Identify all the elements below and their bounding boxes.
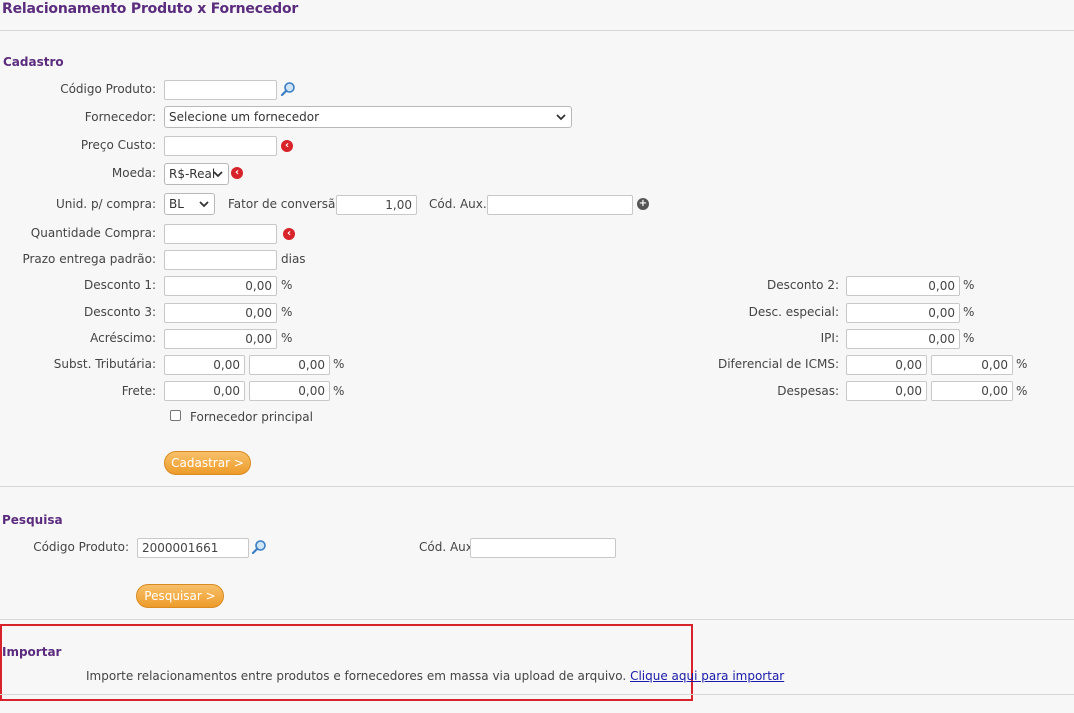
- pesquisa-section-title: Pesquisa: [2, 513, 63, 527]
- fator-conversao-input[interactable]: [336, 195, 417, 215]
- percent-sign: %: [281, 331, 293, 345]
- subst-tributaria-input-2[interactable]: [249, 355, 330, 375]
- cadastrar-button[interactable]: Cadastrar >: [164, 451, 251, 475]
- diferencial-icms-input-2[interactable]: [931, 355, 1013, 375]
- ipi-label: IPI:: [820, 331, 839, 345]
- cod-aux-input[interactable]: [487, 195, 633, 215]
- chevron-down-icon: [213, 171, 223, 178]
- unid-compra-label: Unid. p/ compra:: [55, 197, 156, 211]
- arrow-left-icon: ‹: [231, 167, 243, 179]
- importar-link[interactable]: Clique aqui para importar: [630, 669, 784, 683]
- frete-label: Frete:: [121, 384, 156, 398]
- chevron-down-icon: [199, 201, 209, 208]
- moeda-label: Moeda:: [111, 166, 156, 180]
- search-icon[interactable]: [280, 81, 296, 97]
- fornecedor-select[interactable]: Selecione um fornecedor: [164, 106, 572, 128]
- chevron-down-icon: [556, 114, 566, 121]
- fornecedor-selected: Selecione um fornecedor: [169, 110, 320, 124]
- desconto1-input[interactable]: [164, 276, 277, 296]
- desconto2-label: Desconto 2:: [767, 278, 839, 292]
- prazo-entrega-input[interactable]: [164, 250, 277, 270]
- pesquisa-cod-aux-input[interactable]: [470, 538, 616, 558]
- importar-highlight-box: [0, 624, 693, 701]
- fornecedor-principal-checkbox[interactable]: [170, 410, 181, 421]
- percent-sign: %: [963, 278, 975, 292]
- cod-aux-label: Cód. Aux.:: [429, 197, 491, 211]
- moeda-selected: R$-Real: [169, 167, 216, 181]
- add-icon[interactable]: +: [637, 198, 649, 210]
- percent-sign: %: [281, 278, 293, 292]
- percent-sign: %: [333, 384, 345, 398]
- desconto3-input[interactable]: [164, 303, 277, 323]
- header-divider: [0, 30, 1074, 31]
- desc-especial-label: Desc. especial:: [748, 305, 839, 319]
- unid-compra-select[interactable]: BL: [164, 193, 215, 215]
- desconto1-label: Desconto 1:: [84, 278, 156, 292]
- fator-conversao-label: Fator de conversão:: [228, 197, 347, 211]
- page-title: Relacionamento Produto x Fornecedor: [2, 1, 299, 17]
- search-icon[interactable]: [251, 539, 267, 555]
- quantidade-compra-input[interactable]: [164, 224, 277, 244]
- unid-compra-selected: BL: [169, 197, 184, 211]
- frete-input-2[interactable]: [249, 381, 330, 401]
- arrow-left-icon: ‹: [283, 228, 295, 240]
- desconto2-input[interactable]: [846, 276, 960, 296]
- fornecedor-label: Fornecedor:: [84, 110, 156, 124]
- pesquisa-codigo-produto-input[interactable]: [137, 538, 249, 558]
- diferencial-icms-label: Diferencial de ICMS:: [717, 357, 839, 371]
- percent-sign: %: [963, 305, 975, 319]
- cadastro-divider: [0, 486, 1074, 487]
- desc-especial-input[interactable]: [846, 303, 960, 323]
- despesas-input-1[interactable]: [846, 381, 927, 401]
- acrescimo-input[interactable]: [164, 329, 277, 349]
- importar-divider: [0, 694, 1074, 695]
- percent-sign: %: [1016, 357, 1028, 371]
- diferencial-icms-input-1[interactable]: [846, 355, 927, 375]
- acrescimo-label: Acréscimo:: [90, 331, 156, 345]
- fornecedor-principal-label: Fornecedor principal: [190, 410, 313, 424]
- cadastro-section-title: Cadastro: [3, 55, 64, 69]
- importar-description: Importe relacionamentos entre produtos e…: [86, 669, 627, 683]
- percent-sign: %: [333, 357, 345, 371]
- importar-section-title: Importar: [2, 645, 62, 659]
- subst-tributaria-input-1[interactable]: [164, 355, 245, 375]
- percent-sign: %: [1016, 384, 1028, 398]
- despesas-input-2[interactable]: [931, 381, 1013, 401]
- prazo-unit: dias: [281, 252, 306, 266]
- pesquisa-codigo-produto-label: Código Produto:: [33, 540, 129, 554]
- pesquisar-button[interactable]: Pesquisar >: [136, 584, 224, 608]
- codigo-produto-input[interactable]: [164, 80, 277, 100]
- prazo-entrega-label: Prazo entrega padrão:: [22, 252, 156, 266]
- percent-sign: %: [963, 331, 975, 345]
- quantidade-compra-label: Quantidade Compra:: [30, 226, 156, 240]
- preco-custo-input[interactable]: [164, 136, 277, 156]
- preco-custo-label: Preço Custo:: [80, 138, 156, 152]
- pesquisa-divider: [0, 619, 1074, 620]
- subst-tributaria-label: Subst. Tributária:: [53, 357, 156, 371]
- moeda-select[interactable]: R$-Real: [164, 163, 229, 185]
- frete-input-1[interactable]: [164, 381, 245, 401]
- arrow-left-icon: ‹: [281, 140, 293, 152]
- importar-description-line: Importe relacionamentos entre produtos e…: [86, 669, 784, 683]
- desconto3-label: Desconto 3:: [84, 305, 156, 319]
- codigo-produto-label: Código Produto:: [60, 82, 156, 96]
- despesas-label: Despesas:: [777, 384, 839, 398]
- percent-sign: %: [281, 305, 293, 319]
- ipi-input[interactable]: [846, 329, 960, 349]
